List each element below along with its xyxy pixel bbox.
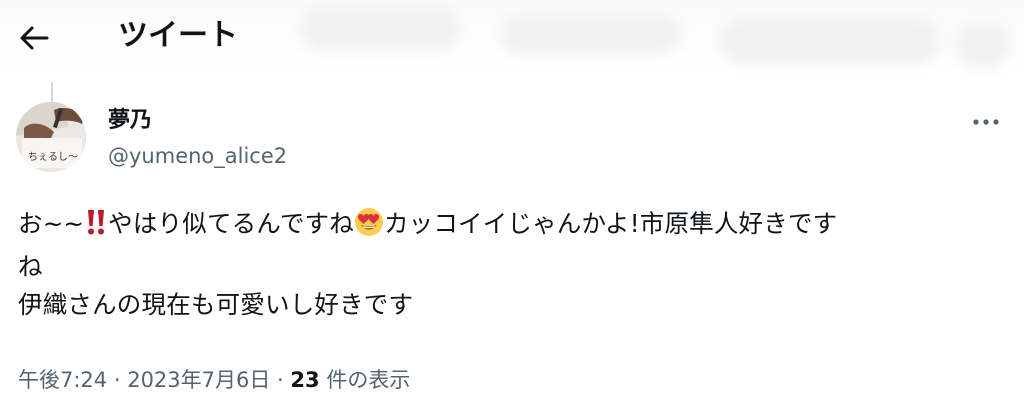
avatar-image: ちぇるし〜 xyxy=(16,102,86,172)
views-label: 件の表示 xyxy=(319,368,411,392)
blurred-background xyxy=(955,22,1010,68)
author-name[interactable]: 夢乃 xyxy=(108,106,152,136)
avatar-handwriting: ちぇるし〜 xyxy=(28,151,78,163)
tweet-text-segment: やはり似てるんですね xyxy=(108,209,354,238)
tweet-date-link[interactable]: 2023年7月6日 xyxy=(127,368,270,392)
double-exclamation-emoji-icon xyxy=(84,207,108,248)
views-count: 23 xyxy=(290,368,320,392)
tweet-text: お~~ やはり似てるんですね カッコイイじゃんかよ!市原隼人好きです ね 伊織さ… xyxy=(18,205,1008,324)
tweet-text-segment: お~~ xyxy=(18,209,85,238)
author-handle[interactable]: @yumeno_alice2 xyxy=(108,141,287,171)
more-horizontal-icon xyxy=(973,119,999,125)
tweet-line-1: お~~ やはり似てるんですね カッコイイじゃんかよ!市原隼人好きです xyxy=(18,205,1008,248)
more-options-button[interactable] xyxy=(966,108,1006,136)
tweet-meta: 午後7:24 · 2023年7月6日 · 23 件の表示 xyxy=(18,364,410,396)
back-button[interactable] xyxy=(14,18,54,58)
page-title: ツイート xyxy=(118,18,238,53)
tweet-line-3: 伊織さんの現在も可愛いし好きです xyxy=(18,290,414,319)
thread-connector-line xyxy=(51,82,53,102)
tweet-line-2: ね xyxy=(18,252,43,281)
avatar[interactable]: ちぇるし〜 xyxy=(16,102,86,172)
arrow-left-icon xyxy=(20,26,49,50)
heart-eyes-emoji-icon xyxy=(354,207,384,248)
meta-separator: · xyxy=(270,368,291,392)
blurred-background xyxy=(720,18,940,64)
blurred-background xyxy=(500,14,680,54)
tweet-time-link[interactable]: 午後7:24 xyxy=(18,368,107,392)
meta-separator: · xyxy=(107,368,128,392)
blurred-background xyxy=(300,6,460,50)
tweet-text-segment: カッコイイじゃんかよ!市原隼人好きです xyxy=(383,209,838,238)
top-header: ツイート xyxy=(0,0,1024,74)
